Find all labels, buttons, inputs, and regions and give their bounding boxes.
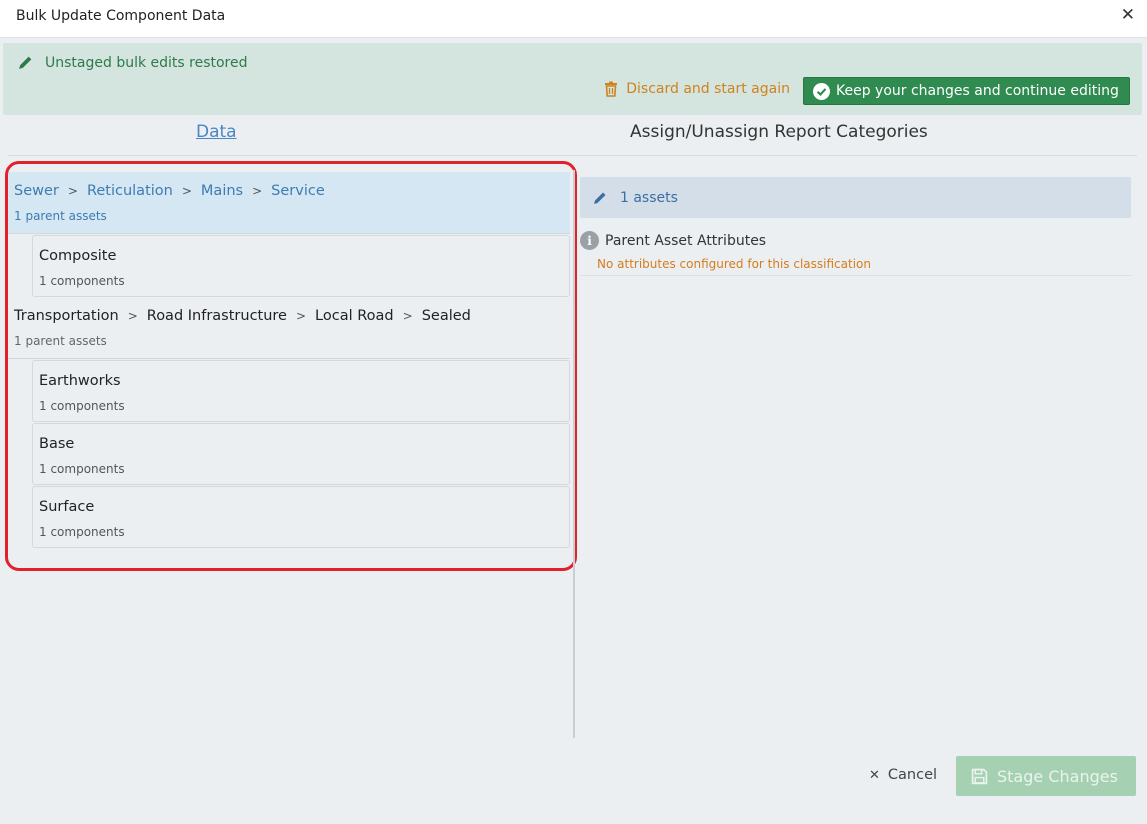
group-header[interactable]: Transportation > Road Infrastructure > L… [8,297,570,359]
component-item[interactable]: Base 1 components [32,423,570,485]
classification-list: Sewer > Reticulation > Mains > Service 1… [8,172,570,548]
banner-message-text: Unstaged bulk edits restored [45,54,248,71]
path-segment: Reticulation [86,183,173,199]
tab-underline [8,155,1137,156]
keep-changes-label: Keep your changes and continue editing [836,83,1119,99]
cancel-label: Cancel [887,767,938,783]
path-separator: > [67,184,78,198]
component-count: 1 components [39,399,125,413]
close-icon[interactable]: ✕ [1121,7,1135,24]
component-item[interactable]: Surface 1 components [32,486,570,548]
component-name: Composite [39,248,117,264]
path-segment: Transportation [14,308,119,324]
stage-changes-label: Stage Changes [997,766,1118,786]
check-circle-icon [813,82,830,100]
path-separator: > [402,309,413,323]
path-separator: > [295,309,307,323]
discard-label: Discard and start again [626,81,790,97]
classification-path: Sewer > Reticulation > Mains > Service [14,183,564,199]
component-name: Surface [39,499,95,515]
tab-assign-report-categories[interactable]: Assign/Unassign Report Categories [630,122,928,142]
parent-asset-attributes: i Parent Asset Attributes No attributes … [580,230,1131,276]
trash-icon [605,81,618,97]
path-separator: > [252,184,263,198]
path-separator: > [127,309,138,323]
component-name: Earthworks [39,373,121,389]
component-item[interactable]: Earthworks 1 components [32,360,570,422]
path-segment: Road Infrastructure [146,308,287,324]
group-header[interactable]: Sewer > Reticulation > Mains > Service 1… [8,172,570,234]
panel-divider[interactable] [573,170,575,738]
cancel-button[interactable]: ✕ Cancel [869,767,937,783]
no-attributes-message: No attributes configured for this classi… [597,257,871,271]
component-count: 1 components [39,462,125,476]
path-segment: Sealed [421,308,471,324]
banner-message: Unstaged bulk edits restored [17,54,248,71]
path-segment: Sewer [14,183,59,199]
close-icon: ✕ [869,767,880,783]
component-count: 1 components [39,525,125,539]
attributes-title-text: Parent Asset Attributes [605,232,767,249]
discard-button[interactable]: Discard and start again [603,81,790,97]
restore-banner: Unstaged bulk edits restored Discard and… [3,43,1142,115]
dialog-titlebar: Bulk Update Component Data ✕ [0,0,1147,38]
info-icon: i [580,231,599,250]
path-segment: Mains [200,183,244,199]
component-item[interactable]: Composite 1 components [32,235,570,297]
path-separator: > [181,184,192,198]
path-segment: Local Road [315,308,394,324]
component-name: Base [39,436,75,452]
classification-path: Transportation > Road Infrastructure > L… [14,308,564,324]
parent-asset-count: 1 parent assets [14,334,107,348]
stage-changes-button[interactable]: Stage Changes [956,756,1136,796]
parent-asset-count: 1 parent assets [14,209,107,223]
assets-header: 1 assets [580,177,1131,218]
assets-count: 1 assets [620,189,678,206]
tab-data[interactable]: Data [196,122,237,142]
path-segment: Service [271,183,325,199]
attributes-title: i Parent Asset Attributes [580,231,766,250]
dialog-title: Bulk Update Component Data [16,8,226,24]
keep-changes-button[interactable]: Keep your changes and continue editing [803,77,1130,105]
component-count: 1 components [39,274,125,288]
pencil-icon [594,192,606,204]
pencil-icon [19,56,32,69]
save-icon [971,768,988,784]
